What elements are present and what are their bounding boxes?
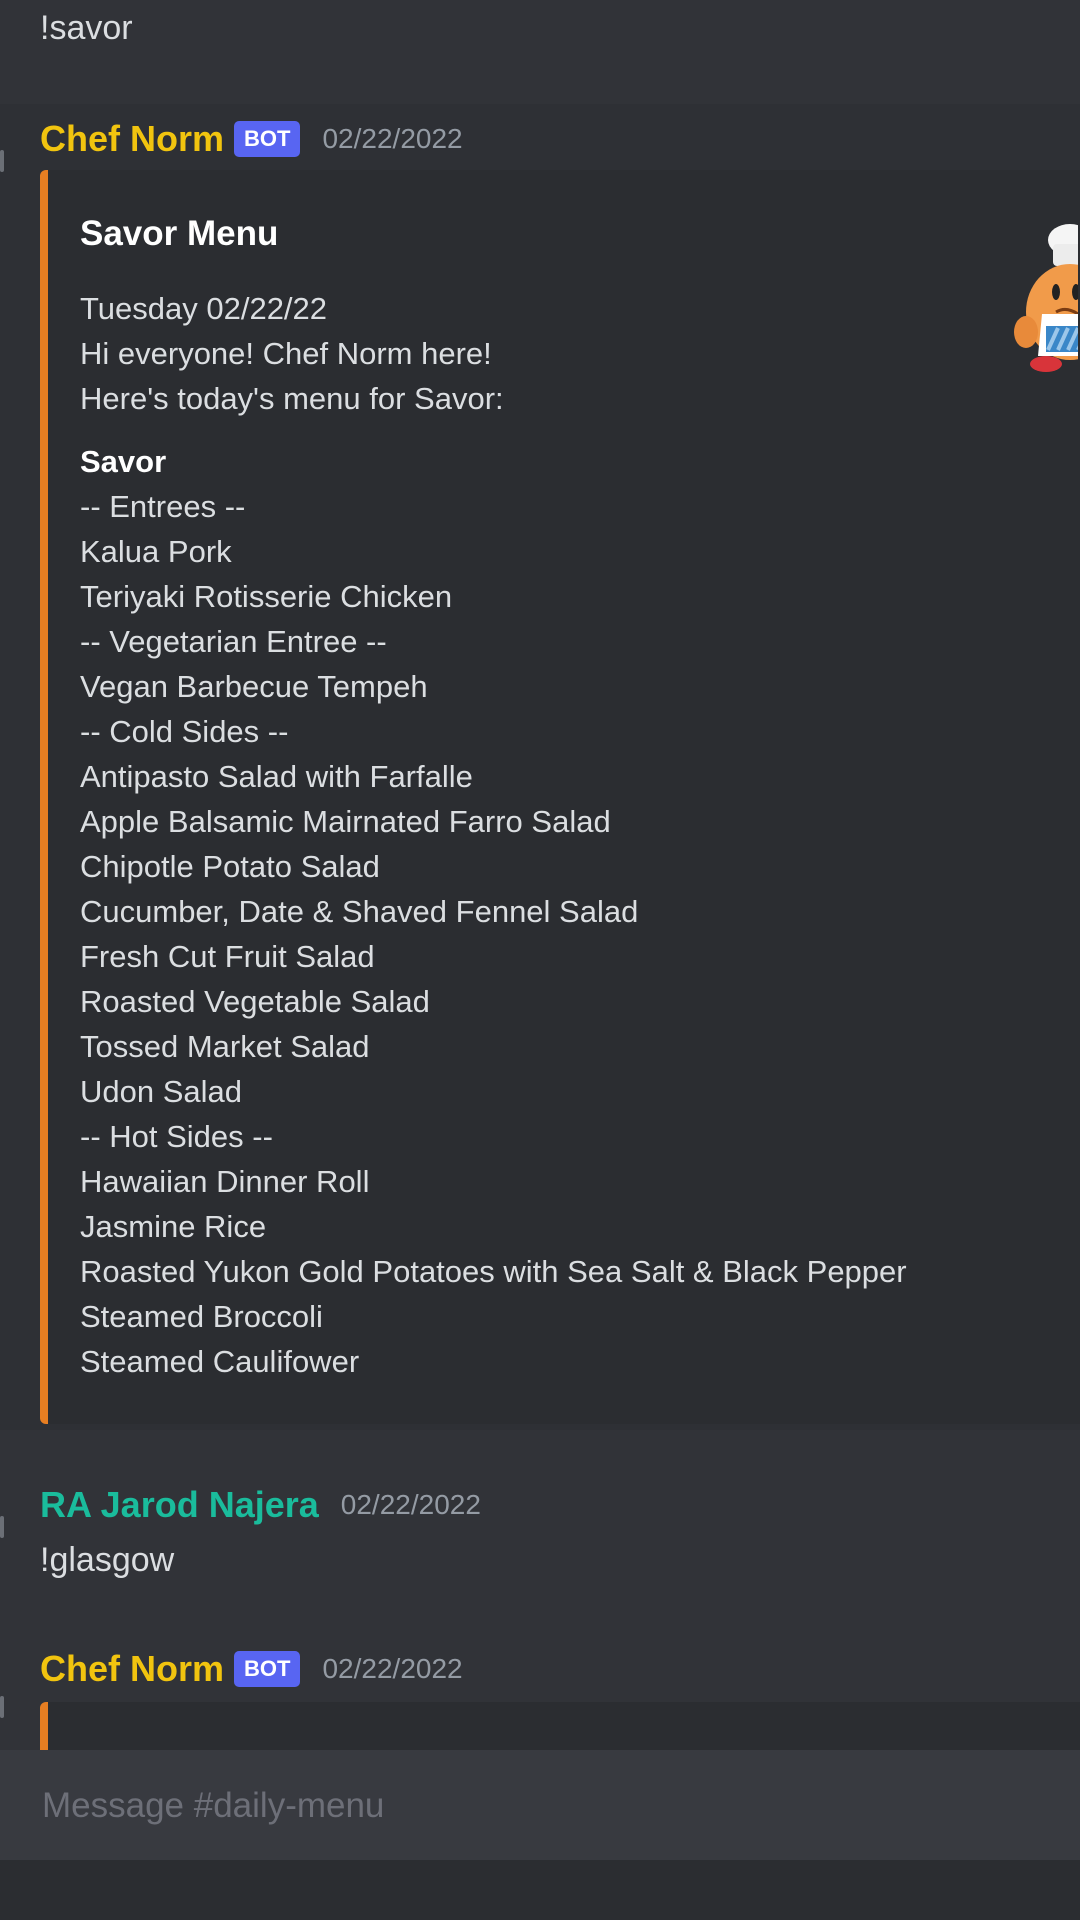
bot-badge: BOT [234, 121, 301, 157]
bottom-bar [0, 1860, 1080, 1920]
message-input[interactable] [40, 1780, 944, 1832]
menu-line: Kalua Pork [80, 534, 232, 569]
embed-card: Savor Menu Tuesday 02/22/22 Hi everyone!… [40, 170, 1080, 1424]
message-edge-marker [0, 150, 4, 172]
chef-mascot-icon[interactable] [998, 222, 1078, 402]
menu-line: Roasted Vegetable Salad [80, 984, 430, 1019]
menu-line: Roasted Yukon Gold Potatoes with Sea Sal… [80, 1254, 907, 1289]
embed-title: Savor Menu [80, 214, 279, 253]
embed-field-name: Savor [80, 444, 167, 479]
menu-line: -- Entrees -- [80, 489, 246, 524]
message-text: !glasgow [40, 1541, 175, 1579]
message-text: !savor [40, 9, 133, 47]
message-ra-jarod: RA Jarod Najera 02/22/2022 !glasgow [0, 1440, 1080, 1620]
author-name[interactable]: Chef Norm [40, 118, 224, 160]
menu-line: Cucumber, Date & Shaved Fennel Salad [80, 894, 639, 929]
menu-line: Jasmine Rice [80, 1209, 267, 1244]
embed-field-value: -- Entrees -- Kalua Pork Teriyaki Rotiss… [80, 484, 907, 1384]
message-edge-marker [0, 1696, 4, 1718]
embed-description: Tuesday 02/22/22 Hi everyone! Chef Norm … [80, 286, 504, 421]
message-header: RA Jarod Najera 02/22/2022 [40, 1480, 481, 1530]
timestamp: 02/22/2022 [322, 1653, 463, 1684]
message-chef-norm: Chef Norm BOT 02/22/2022 Savor Menu Tues… [0, 104, 1080, 1430]
menu-line: Apple Balsamic Mairnated Farro Salad [80, 804, 611, 839]
embed-description-line: Tuesday 02/22/22 [80, 291, 328, 326]
menu-line: Steamed Broccoli [80, 1299, 323, 1334]
menu-line: Chipotle Potato Salad [80, 849, 380, 884]
message-continuation: !savor [0, 0, 1080, 100]
menu-line: -- Vegetarian Entree -- [80, 624, 387, 659]
message-composer [0, 1750, 1080, 1860]
menu-line: Hawaiian Dinner Roll [80, 1164, 370, 1199]
author-name[interactable]: RA Jarod Najera [40, 1484, 319, 1526]
menu-line: Steamed Caulifower [80, 1344, 360, 1379]
menu-line: Tossed Market Salad [80, 1029, 370, 1064]
author-name[interactable]: Chef Norm [40, 1648, 224, 1690]
menu-line: Udon Salad [80, 1074, 243, 1109]
bot-badge: BOT [234, 1651, 301, 1687]
menu-line: Fresh Cut Fruit Salad [80, 939, 375, 974]
menu-line: Antipasto Salad with Farfalle [80, 759, 473, 794]
embed-description-line: Hi everyone! Chef Norm here! [80, 336, 492, 371]
menu-line: -- Hot Sides -- [80, 1119, 273, 1154]
message-chef-norm-partial: Chef Norm BOT 02/22/2022 [0, 1640, 1080, 1762]
menu-line: Vegan Barbecue Tempeh [80, 669, 428, 704]
menu-line: Teriyaki Rotisserie Chicken [80, 579, 453, 614]
message-header: Chef Norm BOT 02/22/2022 [40, 114, 463, 164]
timestamp: 02/22/2022 [340, 1489, 481, 1520]
menu-line: -- Cold Sides -- [80, 714, 289, 749]
message-header: Chef Norm BOT 02/22/2022 [40, 1644, 463, 1694]
timestamp: 02/22/2022 [322, 123, 463, 154]
embed-description-line: Here's today's menu for Savor: [80, 381, 504, 416]
message-edge-marker [0, 1516, 4, 1538]
